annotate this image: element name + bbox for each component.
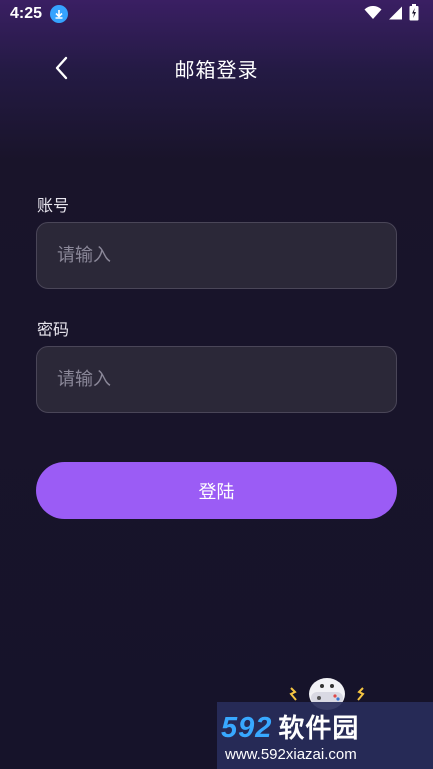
- status-time: 4:25: [10, 5, 43, 22]
- download-icon: [50, 5, 69, 23]
- status-bar: 4:25: [0, 0, 433, 28]
- status-right: [364, 3, 419, 25]
- page-title: 邮箱登录: [174, 58, 259, 82]
- account-input[interactable]: [57, 245, 376, 266]
- battery-icon: [409, 3, 419, 25]
- account-field[interactable]: [36, 222, 397, 289]
- login-button[interactable]: 登陆: [36, 462, 397, 519]
- password-input[interactable]: [57, 369, 376, 390]
- watermark: 592 软件园 www.592xiazai.com: [217, 702, 433, 769]
- password-label: 密码: [37, 320, 70, 339]
- header: 邮箱登录: [0, 48, 433, 88]
- password-field[interactable]: [36, 346, 397, 413]
- account-label: 账号: [37, 196, 70, 215]
- watermark-brand: 592 软件园: [221, 708, 359, 745]
- watermark-brand-number: 592: [221, 712, 273, 744]
- watermark-url: www.592xiazai.com: [225, 746, 357, 763]
- watermark-brand-text: 软件园: [278, 713, 360, 743]
- wifi-icon: [364, 5, 382, 24]
- signal-icon: [388, 5, 403, 24]
- status-left: 4:25: [10, 5, 69, 23]
